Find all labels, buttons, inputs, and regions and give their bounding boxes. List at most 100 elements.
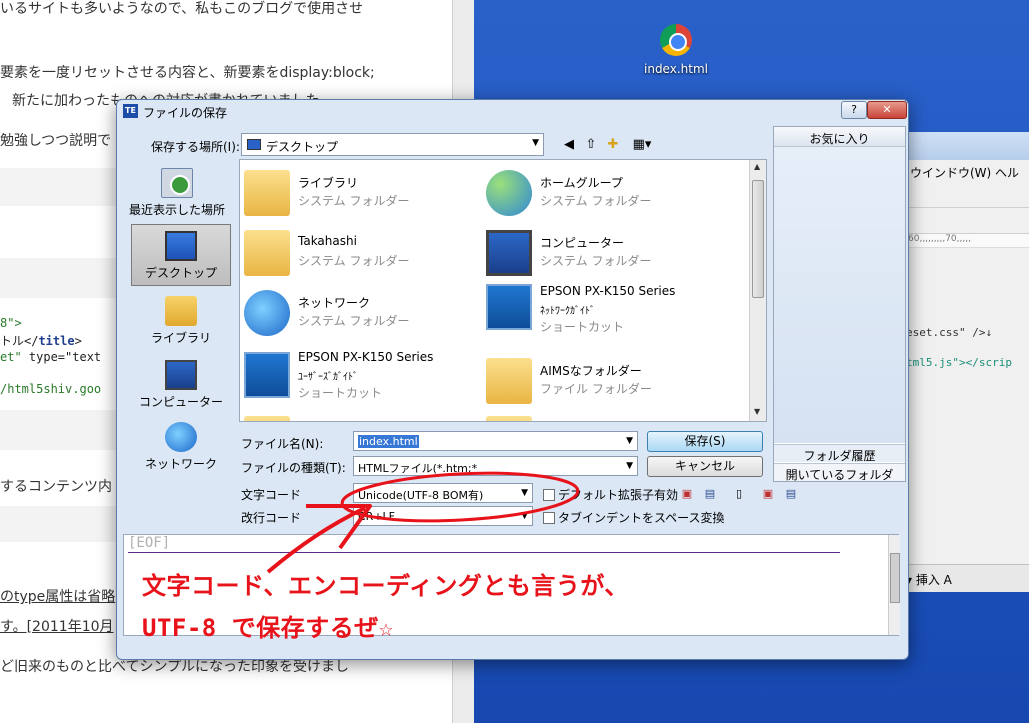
bg-text-line: 勉強しつつ説明で xyxy=(0,133,112,149)
favorites-pane: お気に入り フォルダ履歴 開いているフォルダ xyxy=(773,126,906,482)
network-icon xyxy=(244,290,290,336)
linebreak-dropdown[interactable]: CR+LF ▼ xyxy=(353,506,533,526)
file-type: システム フォルダー xyxy=(298,194,410,208)
up-folder-icon[interactable]: ⇧ xyxy=(581,136,601,154)
chevron-down-icon: ▼ xyxy=(521,488,528,498)
chevron-down-icon: ▼ xyxy=(521,511,528,521)
printer-shortcut-icon xyxy=(244,352,290,398)
view-menu-icon[interactable]: ▦▾ xyxy=(627,136,657,154)
file-list-scrollbar[interactable]: ▲ ▼ xyxy=(749,160,766,421)
list-item[interactable]: コンピューター システム フォルダー xyxy=(484,224,724,284)
preview-scrollbar[interactable] xyxy=(888,535,900,635)
tab-to-space-checkbox[interactable]: タブインデントをスペース変換 xyxy=(543,509,725,526)
desktop-icon xyxy=(165,231,197,261)
eof-marker: [EOF] xyxy=(128,535,171,551)
save-in-dropdown[interactable]: デスクトップ ▼ xyxy=(241,133,544,156)
desktop-file-icon[interactable]: index.html xyxy=(626,24,726,76)
save-in-label: 保存する場所(I): xyxy=(151,140,240,154)
folder-history-button[interactable]: フォルダ履歴 xyxy=(774,444,905,463)
scroll-down-icon[interactable]: ▼ xyxy=(754,407,760,416)
library-icon xyxy=(165,296,197,326)
list-item[interactable]: ライブラリ システム フォルダー xyxy=(242,164,482,224)
folder-icon xyxy=(244,416,290,421)
list-item[interactable]: AIMSなフォルダー ファイル フォルダー xyxy=(484,352,724,412)
place-computer[interactable]: コンピューター xyxy=(131,354,231,416)
file-type: ショートカット xyxy=(298,386,383,400)
ez-settings-icon[interactable]: ▤ xyxy=(702,486,718,502)
list-item[interactable]: EPSON PX-K150 Series ﾈｯﾄﾜｰｸｶﾞｲﾄﾞ ショートカット xyxy=(484,278,724,340)
place-label: 最近表示した場所 xyxy=(128,203,225,217)
homegroup-icon xyxy=(486,170,532,216)
default-extension-checkbox[interactable]: デフォルト拡張子有効 xyxy=(543,486,678,503)
filename-value: index.html xyxy=(358,435,419,448)
bg-text-line: す。[2011年10月 xyxy=(0,619,114,635)
place-desktop[interactable]: デスクトップ xyxy=(131,224,231,286)
annotation-text: UTF-8 で保存するぜ☆ xyxy=(142,614,394,642)
network-icon xyxy=(165,422,197,452)
scroll-up-icon[interactable]: ▲ xyxy=(754,162,760,171)
back-icon[interactable]: ◀ xyxy=(559,136,579,154)
document-icon[interactable]: ▯ xyxy=(731,486,747,502)
recent-places-icon xyxy=(161,168,193,198)
cancel-button[interactable]: キャンセル xyxy=(647,456,763,477)
list-item[interactable]: ネットワーク システム フォルダー xyxy=(242,284,482,344)
open-folders-button[interactable]: 開いているフォルダ xyxy=(774,463,905,482)
chevron-down-icon: ▼ xyxy=(626,461,633,471)
library-folder-icon xyxy=(244,170,290,216)
checkbox-box[interactable] xyxy=(543,489,555,501)
file-type: システム フォルダー xyxy=(540,254,652,268)
scrollbar-thumb[interactable] xyxy=(890,553,900,603)
new-folder-icon[interactable]: ✚ xyxy=(603,136,623,154)
bg-code-line: 8"> xyxy=(0,316,22,330)
editor-toolbar[interactable] xyxy=(902,208,1029,234)
filename-field[interactable]: index.html ▼ xyxy=(353,431,638,451)
editor-titlebar xyxy=(902,132,1029,160)
list-item[interactable]: ホームグループ システム フォルダー xyxy=(484,164,724,224)
file-type: ショートカット xyxy=(540,320,625,334)
filetype-value: HTMLファイル(*.htm;* xyxy=(358,462,478,475)
editor-menubar[interactable]: ウインドウ(W) ヘル xyxy=(902,160,1029,182)
list-item[interactable] xyxy=(242,412,482,421)
place-library[interactable]: ライブラリ xyxy=(131,290,231,352)
desktop-icon-label: index.html xyxy=(644,62,708,76)
filetype-dropdown[interactable]: HTMLファイル(*.htm;* ▼ xyxy=(353,456,638,476)
list-item[interactable]: EPSON PX-K150 Series ﾕｰｻﾞｰｽﾞｶﾞｲﾄﾞ ショートカッ… xyxy=(242,346,482,408)
bg-text-line: 要素を一度リセットさせる内容と、新要素をdisplay:block; xyxy=(0,65,375,81)
file-subname: ﾈｯﾄﾜｰｸｶﾞｲﾄﾞ xyxy=(540,306,595,317)
ez-settings-icon[interactable]: ▤ xyxy=(783,486,799,502)
file-name: ライブラリ xyxy=(298,176,359,190)
file-subname: ﾕｰｻﾞｰｽﾞｶﾞｲﾄﾞ xyxy=(298,372,358,383)
place-label: デスクトップ xyxy=(144,266,217,280)
bg-code-line: トル</title> xyxy=(0,334,82,348)
file-type: ファイル フォルダー xyxy=(540,382,652,396)
favorites-header[interactable]: お気に入り xyxy=(774,127,905,147)
favorites-list[interactable] xyxy=(774,147,905,443)
folder-icon xyxy=(486,358,532,404)
checkbox-box[interactable] xyxy=(543,512,555,524)
file-name: EPSON PX-K150 Series xyxy=(540,284,676,298)
editor-bottom-toolbar[interactable]: ▾ 挿入 A xyxy=(902,564,1029,592)
chrome-icon xyxy=(660,24,692,56)
place-network[interactable]: ネットワーク xyxy=(131,416,231,478)
ez-icon[interactable]: ▣ xyxy=(760,486,776,502)
editor-code-line: tml5.js"></scrip xyxy=(906,356,1012,369)
list-item[interactable]: Takahashi システム フォルダー xyxy=(242,224,482,284)
save-in-value: デスクトップ xyxy=(266,140,339,154)
printer-shortcut-icon xyxy=(486,284,532,330)
editor-code-line: eset.css" />↓ xyxy=(906,326,993,339)
save-button[interactable]: 保存(S) xyxy=(647,431,763,452)
computer-icon xyxy=(486,230,532,276)
help-button[interactable]: ? xyxy=(841,101,867,119)
scrollbar-thumb[interactable] xyxy=(752,180,764,298)
file-name: EPSON PX-K150 Series xyxy=(298,350,434,364)
user-folder-icon xyxy=(244,230,290,276)
place-label: ネットワーク xyxy=(144,457,217,471)
encoding-dropdown[interactable]: Unicode(UTF-8 BOM有) ▼ xyxy=(353,483,533,503)
desktop-icon xyxy=(247,139,261,150)
close-button[interactable]: ✕ xyxy=(867,101,907,119)
checkbox-label: タブインデントをスペース変換 xyxy=(558,511,725,525)
place-recent[interactable]: 最近表示した場所 xyxy=(127,162,227,224)
ez-icon[interactable]: ▣ xyxy=(679,486,695,502)
editor-toolbar[interactable] xyxy=(902,182,1029,208)
list-item[interactable] xyxy=(484,412,724,421)
